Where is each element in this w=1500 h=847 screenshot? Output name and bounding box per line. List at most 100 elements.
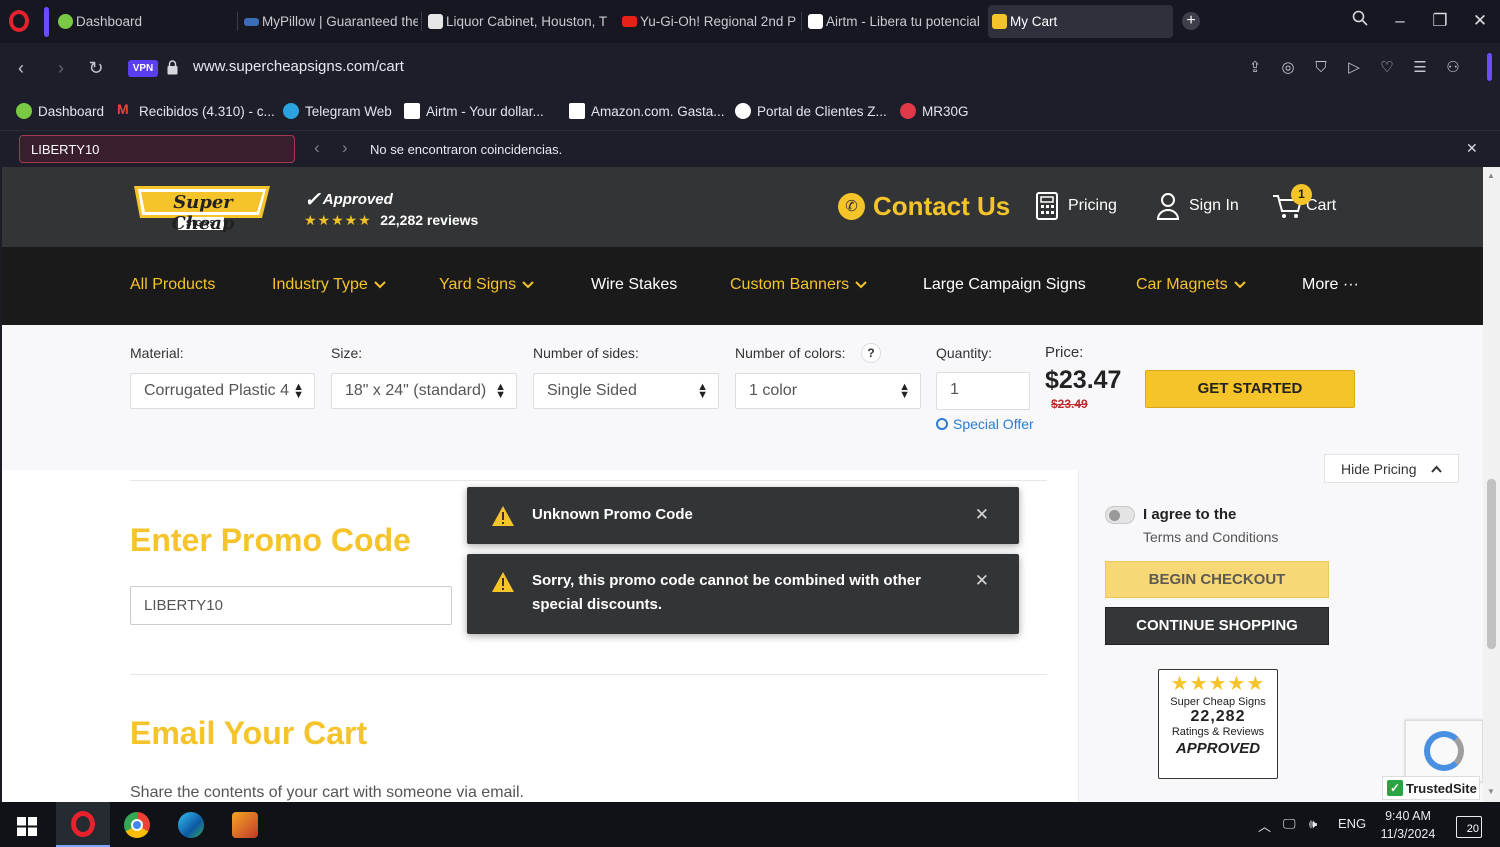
recaptcha-icon [1424, 731, 1464, 771]
taskbar-chrome[interactable] [110, 802, 164, 847]
taskbar-clock[interactable]: 9:40 AM 11/3/2024 [1378, 807, 1438, 843]
lock-icon[interactable] [167, 60, 178, 75]
tab-yugioh[interactable]: Yu-Gi-Oh! Regional 2nd P [618, 5, 800, 38]
colors-help-icon[interactable]: ? [861, 343, 881, 363]
material-label: Material: [130, 345, 184, 361]
tray-chevron-up-icon[interactable]: ︿ [1258, 816, 1271, 835]
mypillow-favicon-icon [244, 18, 259, 26]
sign-in-link[interactable]: Sign In [1156, 191, 1239, 221]
bookmark-telegram[interactable]: Telegram Web [283, 102, 392, 120]
continue-shopping-button[interactable]: CONTINUE SHOPPING [1105, 607, 1329, 645]
back-icon[interactable]: ‹ [10, 57, 32, 79]
hide-pricing-button[interactable]: Hide Pricing [1324, 454, 1459, 483]
tab-liquor-cabinet[interactable]: Liquor Cabinet, Houston, T [424, 5, 610, 38]
forward-icon[interactable]: › [50, 57, 72, 79]
shopper-approved-rating[interactable]: ✓ Approved ★★★★★ 22,282 reviews [304, 187, 478, 230]
language-indicator[interactable]: ENG [1338, 816, 1366, 831]
tab-label: Dashboard [76, 14, 143, 29]
recaptcha-widget[interactable] [1405, 720, 1483, 782]
search-tabs-icon[interactable] [1347, 8, 1373, 34]
promo-code-input[interactable]: LIBERTY10 [130, 586, 452, 625]
shopper-approved-badge[interactable]: ★★★★★ Super Cheap Signs 22,282 Ratings &… [1158, 669, 1278, 779]
quantity-input[interactable]: 1 [936, 372, 1030, 410]
pricing-link[interactable]: Pricing [1035, 191, 1117, 221]
taskbar-game[interactable] [218, 802, 272, 847]
badge-count: 22,282 [1190, 708, 1246, 725]
terms-toggle[interactable] [1105, 506, 1135, 524]
nav-yard-signs[interactable]: Yard Signs [439, 276, 534, 294]
trustedsite-badge[interactable]: ✓ TrustedSite [1382, 776, 1480, 800]
network-icon[interactable]: 🖵 [1283, 816, 1296, 832]
bookmark-label: Amazon.com. Gasta... [591, 103, 725, 119]
scroll-up-icon[interactable]: ▲ [1487, 171, 1495, 180]
contact-us-link[interactable]: ✆ Contact Us [838, 191, 1010, 222]
profile-icon[interactable]: ⚇ [1443, 58, 1463, 78]
reload-icon[interactable]: ↻ [85, 57, 107, 79]
new-tab-button[interactable]: + [1182, 12, 1200, 30]
restore-icon[interactable]: ❐ [1427, 8, 1453, 34]
taskbar-edge[interactable] [164, 802, 218, 847]
colors-select[interactable]: 1 color ▲ ▼ [735, 373, 921, 409]
find-next-icon[interactable]: › [342, 138, 348, 158]
adblock-shield-icon[interactable]: ⛉ [1311, 58, 1331, 78]
gmail-icon: M [117, 101, 129, 117]
bookmark-amazon[interactable]: Amazon.com. Gasta... [569, 102, 725, 120]
tab-separator [801, 12, 802, 31]
volume-icon[interactable]: 🕪 [1309, 816, 1317, 832]
heart-icon[interactable]: ♡ [1377, 58, 1397, 78]
toast-close-icon[interactable]: ✕ [975, 505, 989, 525]
find-close-icon[interactable]: ✕ [1466, 140, 1478, 157]
taskbar-opera[interactable] [56, 802, 110, 847]
toast-close-icon[interactable]: ✕ [975, 571, 989, 591]
tab-mypillow[interactable]: MyPillow | Guaranteed the [240, 5, 418, 38]
bookmark-dashboard[interactable]: Dashboard [16, 102, 104, 120]
close-window-icon[interactable]: ✕ [1467, 8, 1493, 34]
bookmark-portal[interactable]: Portal de Clientes Z... [735, 102, 887, 120]
windows-start-icon[interactable] [17, 817, 37, 836]
tab-airtm[interactable]: Airtm - Libera tu potencial [804, 5, 986, 38]
bookmark-label: Telegram Web [305, 103, 392, 119]
player-icon[interactable]: ▷ [1344, 58, 1364, 78]
share-icon[interactable]: ⇪ [1245, 58, 1265, 78]
page-scrollbar[interactable]: ▲ ▼ [1483, 167, 1500, 802]
special-offer-link[interactable]: Special Offer [936, 416, 1034, 432]
url-text[interactable]: www.supercheapsigns.com/cart [193, 58, 404, 75]
pricing-configurator: Material: Corrugated Plastic 4 ▲ ▼ Size: … [2, 325, 1483, 483]
nav-all-products[interactable]: All Products [130, 276, 215, 294]
nav-more[interactable]: More ··· [1302, 276, 1359, 294]
tab-my-cart[interactable]: My Cart [988, 5, 1173, 38]
approved-word: Approved [322, 191, 393, 208]
chevron-down-icon [374, 281, 386, 289]
snapshot-icon[interactable]: ◎ [1278, 58, 1298, 78]
opera-menu-icon[interactable] [9, 10, 29, 32]
vpn-badge[interactable]: VPN [128, 60, 158, 77]
nav-industry-type[interactable]: Industry Type [272, 276, 386, 294]
notification-center-icon[interactable]: 20 [1456, 816, 1482, 838]
begin-checkout-button[interactable]: BEGIN CHECKOUT [1105, 561, 1329, 598]
terms-link[interactable]: Terms and Conditions [1143, 529, 1278, 545]
toast-unknown-promo: Unknown Promo Code ✕ [467, 487, 1019, 544]
bookmark-gmail[interactable]: M Recibidos (4.310) - c... [117, 101, 275, 120]
minimize-icon[interactable]: – [1387, 8, 1413, 34]
nav-custom-banners[interactable]: Custom Banners [730, 276, 867, 294]
warning-icon [492, 506, 514, 526]
get-started-button[interactable]: GET STARTED [1145, 370, 1355, 408]
easy-setup-icon[interactable]: ☰ [1410, 58, 1430, 78]
sides-select[interactable]: Single Sided ▲ ▼ [533, 373, 719, 409]
nav-label: Custom Banners [730, 276, 850, 293]
nav-car-magnets[interactable]: Car Magnets [1136, 276, 1246, 294]
size-select[interactable]: 18" x 24" (standard) ▲ ▼ [331, 373, 517, 409]
bookmark-mr30g[interactable]: MR30G [900, 102, 969, 120]
scroll-down-icon[interactable]: ▼ [1487, 787, 1495, 796]
find-input[interactable]: LIBERTY10 [19, 135, 295, 163]
tab-dashboard[interactable]: Dashboard [54, 5, 230, 38]
scrollbar-thumb[interactable] [1487, 479, 1496, 649]
nav-large-campaign-signs[interactable]: Large Campaign Signs [923, 276, 1086, 294]
find-previous-icon[interactable]: ‹ [314, 138, 320, 158]
liquor-favicon-icon [428, 14, 443, 29]
checkmark-icon: ✓ [1387, 780, 1403, 796]
game-app-icon [232, 811, 258, 838]
material-select[interactable]: Corrugated Plastic 4 ▲ ▼ [130, 373, 315, 409]
nav-wire-stakes[interactable]: Wire Stakes [591, 276, 677, 294]
bookmark-airtm[interactable]: Airtm - Your dollar... [404, 102, 544, 120]
